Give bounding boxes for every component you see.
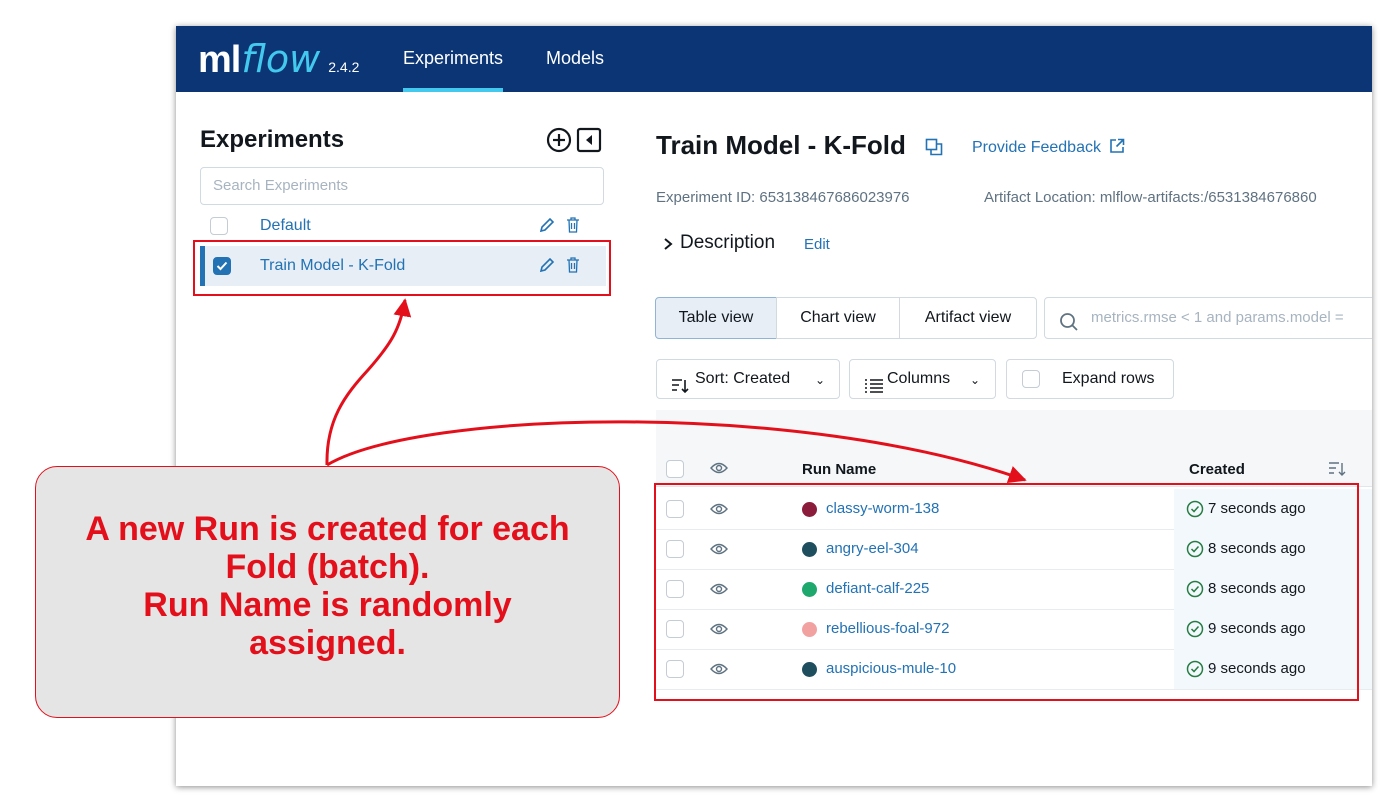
annotation-line: A new Run is created for each [85, 510, 570, 548]
annotation-line: assigned. [249, 624, 406, 662]
annotation-callout: A new Run is created for each Fold (batc… [35, 466, 620, 718]
annotation-line: Fold (batch). [225, 548, 430, 586]
arrow-to-experiment [325, 298, 412, 466]
annotation-line: Run Name is randomly [143, 586, 512, 624]
